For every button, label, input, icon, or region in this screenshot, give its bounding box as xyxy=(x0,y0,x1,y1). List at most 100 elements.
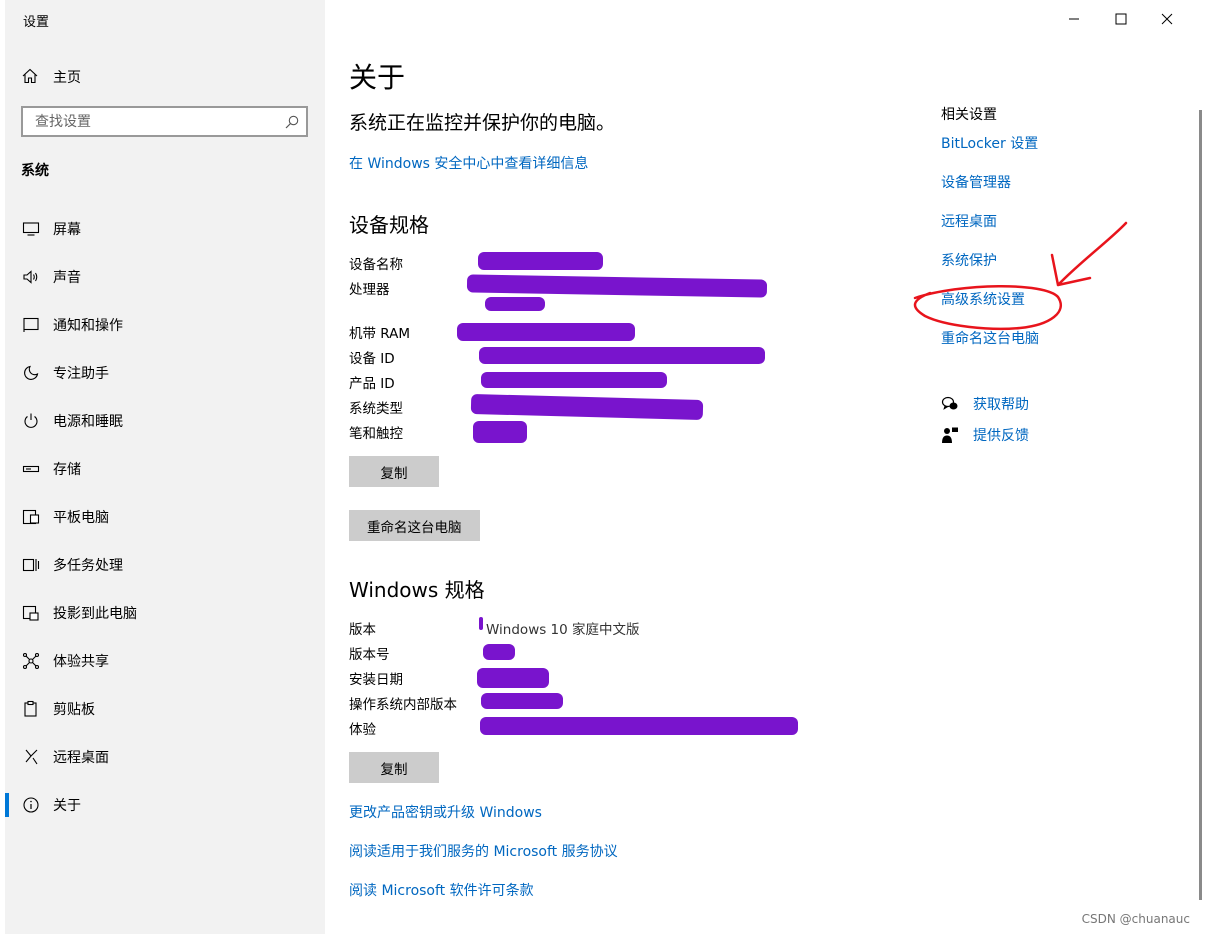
copy-windows-specs-button[interactable]: 复制 xyxy=(349,752,439,783)
watermark: CSDN @chuanauc xyxy=(1081,912,1190,926)
sidebar-item-storage[interactable]: 存储 xyxy=(5,451,325,499)
sidebar-item-label: 多任务处理 xyxy=(53,558,123,574)
section-title: 系统 xyxy=(21,163,49,179)
sidebar-item-label: 远程桌面 xyxy=(53,750,109,766)
redaction-mark xyxy=(466,274,768,298)
device-manager-link[interactable]: 设备管理器 xyxy=(941,172,1011,192)
spec-key: 设备名称 xyxy=(349,257,403,273)
copy-device-specs-button[interactable]: 复制 xyxy=(349,456,439,487)
storage-icon xyxy=(22,465,40,473)
search-icon[interactable] xyxy=(285,115,299,129)
sidebar-item-remote-desktop[interactable]: 远程桌面 xyxy=(5,739,325,787)
sidebar-item-about[interactable]: 关于 xyxy=(5,787,325,835)
redaction-mark xyxy=(477,668,549,688)
sidebar-item-label: 关于 xyxy=(53,798,81,814)
search-box[interactable] xyxy=(21,106,308,137)
sidebar: 设置 主页 系统 屏幕 声音 通知和操作 专注 xyxy=(5,0,325,934)
redaction-mark xyxy=(483,644,515,660)
redaction-mark xyxy=(479,347,765,364)
give-feedback-label: 提供反馈 xyxy=(973,428,1029,444)
bitlocker-link[interactable]: BitLocker 设置 xyxy=(941,133,1038,153)
remote-icon xyxy=(25,749,38,765)
spec-key: 产品 ID xyxy=(349,376,395,392)
redaction-mark xyxy=(473,421,527,443)
rename-pc-link[interactable]: 重命名这台电脑 xyxy=(941,328,1039,348)
spec-key: 版本 xyxy=(349,622,376,638)
remote-desktop-link[interactable]: 远程桌面 xyxy=(941,211,997,231)
sidebar-item-notifications[interactable]: 通知和操作 xyxy=(5,307,325,355)
system-protection-link[interactable]: 系统保护 xyxy=(941,250,997,270)
sidebar-item-label: 投影到此电脑 xyxy=(53,606,137,622)
search-input[interactable] xyxy=(33,108,277,135)
sidebar-item-label: 平板电脑 xyxy=(53,510,109,526)
share-icon xyxy=(22,652,40,670)
redaction-mark xyxy=(480,717,798,735)
give-feedback[interactable]: 提供反馈 xyxy=(941,424,1181,448)
redaction-mark xyxy=(457,323,635,341)
power-icon xyxy=(24,413,38,428)
sidebar-item-focus-assist[interactable]: 专注助手 xyxy=(5,355,325,403)
windows-specs-title: Windows 规格 xyxy=(349,578,485,602)
info-icon xyxy=(23,797,39,813)
redaction-mark xyxy=(478,252,603,270)
projection-icon xyxy=(22,605,39,621)
sidebar-item-shared-experiences[interactable]: 体验共享 xyxy=(5,643,325,691)
device-specs-title: 设备规格 xyxy=(349,213,429,237)
settings-window: 设置 主页 系统 屏幕 声音 通知和操作 专注 xyxy=(0,0,1206,934)
sidebar-item-label: 屏幕 xyxy=(53,222,81,238)
page-title: 关于 xyxy=(349,61,406,94)
home-icon xyxy=(22,68,38,84)
spec-key: 笔和触控 xyxy=(349,426,403,442)
sidebar-item-clipboard[interactable]: 剪贴板 xyxy=(5,691,325,739)
sidebar-item-sound[interactable]: 声音 xyxy=(5,259,325,307)
redaction-mark xyxy=(481,372,667,388)
license-terms-link[interactable]: 阅读 Microsoft 软件许可条款 xyxy=(349,880,534,900)
sidebar-item-projection[interactable]: 投影到此电脑 xyxy=(5,595,325,643)
redaction-mark xyxy=(479,617,483,630)
spec-key: 设备 ID xyxy=(349,351,395,367)
change-product-key-link[interactable]: 更改产品密钥或升级 Windows xyxy=(349,802,542,822)
sidebar-item-label: 专注助手 xyxy=(53,366,109,382)
sidebar-item-display[interactable]: 屏幕 xyxy=(5,211,325,259)
active-indicator xyxy=(5,793,9,817)
spec-key: 系统类型 xyxy=(349,401,403,417)
nav-home-label: 主页 xyxy=(53,70,81,86)
get-help[interactable]: 获取帮助 xyxy=(941,393,1181,417)
scrollbar[interactable] xyxy=(1199,110,1202,900)
tablet-icon xyxy=(22,509,40,525)
nav-home[interactable]: 主页 xyxy=(5,60,325,92)
speaker-icon xyxy=(23,270,38,284)
clipboard-icon xyxy=(24,700,37,717)
spec-key: 体验 xyxy=(349,722,376,738)
redaction-mark xyxy=(470,393,704,421)
redaction-mark xyxy=(481,693,563,709)
security-center-link[interactable]: 在 Windows 安全中心中查看详细信息 xyxy=(349,153,588,173)
notification-icon xyxy=(23,317,39,332)
display-icon xyxy=(22,222,40,236)
sidebar-item-label: 体验共享 xyxy=(53,654,109,670)
main-content: 关于 系统正在监控并保护你的电脑。 在 Windows 安全中心中查看详细信息 … xyxy=(325,0,1206,934)
help-chat-icon xyxy=(941,396,958,410)
sidebar-item-label: 声音 xyxy=(53,270,81,286)
spec-key: 机带 RAM xyxy=(349,326,411,342)
sidebar-item-multitasking[interactable]: 多任务处理 xyxy=(5,547,325,595)
sidebar-item-label: 存储 xyxy=(53,462,81,478)
protection-status: 系统正在监控并保护你的电脑。 xyxy=(349,112,616,134)
moon-icon xyxy=(24,365,39,380)
spec-key: 处理器 xyxy=(349,282,390,298)
multitask-icon xyxy=(22,558,40,572)
sidebar-item-label: 通知和操作 xyxy=(53,318,123,334)
feedback-icon xyxy=(942,427,958,443)
advanced-system-settings-link[interactable]: 高级系统设置 xyxy=(941,289,1025,309)
redaction-mark xyxy=(485,297,545,311)
nav-list: 屏幕 声音 通知和操作 专注助手 电源和睡眠 存储 平板电脑 多任务处理 投影到… xyxy=(5,211,325,835)
service-agreement-link[interactable]: 阅读适用于我们服务的 Microsoft 服务协议 xyxy=(349,841,618,861)
spec-key: 安装日期 xyxy=(349,672,403,688)
spec-key: 操作系统内部版本 xyxy=(349,697,457,713)
rename-pc-button[interactable]: 重命名这台电脑 xyxy=(349,510,480,541)
sidebar-item-label: 剪贴板 xyxy=(53,702,95,718)
get-help-label: 获取帮助 xyxy=(973,397,1029,413)
sidebar-item-label: 电源和睡眠 xyxy=(53,414,123,430)
sidebar-item-power[interactable]: 电源和睡眠 xyxy=(5,403,325,451)
sidebar-item-tablet[interactable]: 平板电脑 xyxy=(5,499,325,547)
